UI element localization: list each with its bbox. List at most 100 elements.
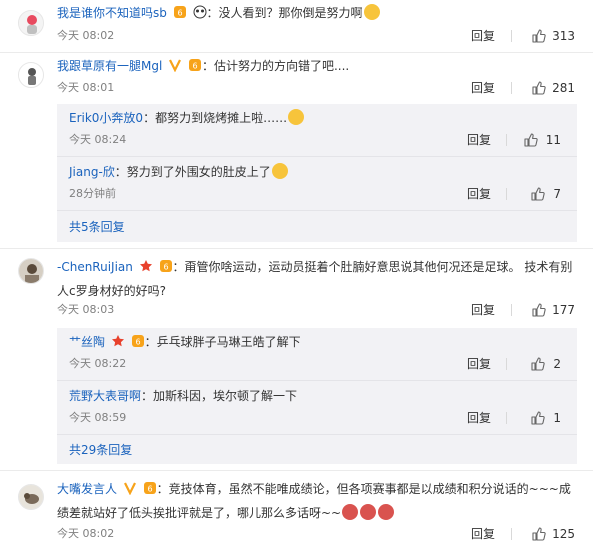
- timestamp: 今天 08:02: [57, 29, 115, 42]
- reply-button[interactable]: 回复: [467, 354, 491, 374]
- username-link[interactable]: 艹丝陶: [69, 335, 105, 349]
- sub-reply-line: Jiang-欣：努力到了外围女的肚皮上了: [69, 162, 565, 182]
- reply-button[interactable]: 回复: [471, 78, 495, 98]
- reply-button[interactable]: 回复: [467, 130, 491, 150]
- svg-text:6: 6: [192, 62, 197, 71]
- vip-badge-icon: 6: [173, 5, 187, 25]
- laugh-cry-emoji-icon: [288, 109, 305, 125]
- sub-reply-meta: 今天 08:24 回复 11: [69, 130, 561, 150]
- divider: [57, 156, 577, 157]
- sub-reply-line: Erik0小奔放0：都努力到烧烤摊上啦……: [69, 108, 565, 128]
- comment-item: 我是谁你不知道吗sb 6 ：没人看到？那你倒是努力啊 今天 08:02 回复 3…: [0, 0, 593, 52]
- username-link[interactable]: 大嘴发言人: [57, 482, 117, 496]
- timestamp: 今天 08:22: [69, 357, 127, 370]
- timestamp: 今天 08:03: [57, 303, 115, 316]
- timestamp: 今天 08:59: [69, 411, 127, 424]
- like-button[interactable]: 125: [532, 524, 575, 544]
- like-button[interactable]: 281: [532, 78, 575, 98]
- divider: [57, 210, 577, 211]
- svg-text:6: 6: [177, 9, 182, 18]
- panda-icon: [193, 5, 207, 25]
- divider: [506, 412, 507, 424]
- username-link[interactable]: 我是谁你不知道吗sb: [57, 6, 167, 20]
- timestamp: 今天 08:02: [57, 527, 115, 540]
- timestamp: 28分钟前: [69, 187, 116, 200]
- sub-reply-meta: 今天 08:22 回复 2: [69, 354, 561, 374]
- thumbs-up-icon: [531, 187, 546, 201]
- divider: [511, 30, 512, 42]
- avatar[interactable]: [18, 10, 44, 36]
- username-link[interactable]: 我跟草原有一腿Mgl: [57, 59, 162, 73]
- comment-text: ：估计努力的方向错了吧....: [201, 59, 350, 73]
- comment-item: 我跟草原有一腿Mgl 6 ：估计努力的方向错了吧.... 今天 08:01 回复 …: [0, 52, 593, 248]
- reply-button[interactable]: 回复: [471, 26, 495, 46]
- like-button[interactable]: 2: [531, 354, 561, 374]
- divider: [511, 82, 512, 94]
- reply-button[interactable]: 回复: [467, 408, 491, 428]
- timestamp: 今天 08:01: [57, 81, 115, 94]
- like-button[interactable]: 7: [531, 184, 561, 204]
- username-link[interactable]: -ChenRuiJian: [57, 260, 133, 274]
- comment-item: 大嘴发言人 6 ：竞技体育，虽然不能唯成绩论，但各项赛事都是以成绩和积分说话的~~…: [0, 470, 593, 544]
- divider: [506, 188, 507, 200]
- smile-emoji-icon: [363, 4, 380, 20]
- avatar[interactable]: [18, 484, 44, 510]
- sub-reply-meta: 28分钟前 回复 7: [69, 184, 561, 204]
- divider: [506, 358, 507, 370]
- divider: [57, 380, 577, 381]
- svg-text:6: 6: [135, 338, 140, 347]
- shock-emoji-icon: [378, 504, 395, 520]
- sub-reply-text: ：加斯科因，埃尔顿了解一下: [141, 389, 298, 403]
- vip-badge-icon: 6: [188, 58, 202, 78]
- star-badge-icon: [139, 258, 153, 280]
- like-count: 281: [552, 81, 575, 95]
- comment-line: 我跟草原有一腿Mgl 6 ：估计努力的方向错了吧....: [57, 56, 573, 78]
- sub-reply-line: 艹丝陶 6 ：乒乓球胖子马琳王皓了解下: [69, 332, 565, 354]
- like-count: 1: [553, 411, 561, 425]
- username-link[interactable]: 荒野大表哥啊: [69, 389, 141, 403]
- like-count: 7: [553, 187, 561, 201]
- like-button[interactable]: 177: [532, 300, 575, 320]
- avatar[interactable]: [18, 62, 44, 88]
- reply-button[interactable]: 回复: [467, 184, 491, 204]
- like-count: 125: [552, 527, 575, 541]
- reply-button[interactable]: 回复: [471, 524, 495, 544]
- username-link[interactable]: Erik0小奔放0: [69, 111, 143, 125]
- vip-badge-icon: 6: [143, 480, 157, 502]
- divider: [511, 304, 512, 316]
- sub-reply: 荒野大表哥啊：加斯科因，埃尔顿了解一下 今天 08:59 回复 1: [69, 386, 577, 430]
- comment-text: ：甭管你啥运动，运动员挺着个肚腩好意思说其他何况还是足球。 技术有别人c罗身材好…: [57, 260, 573, 298]
- more-replies-link[interactable]: 共29条回复: [69, 440, 132, 460]
- username-link[interactable]: Jiang-欣: [69, 165, 115, 179]
- like-button[interactable]: 313: [532, 26, 575, 46]
- sub-reply-text: ：努力到了外围女的肚皮上了: [114, 165, 271, 179]
- vip-badge-icon: 6: [131, 334, 145, 354]
- verified-v-icon: [168, 58, 182, 78]
- sub-reply: 艹丝陶 6 ：乒乓球胖子马琳王皓了解下 今天 08:22 回复 2: [69, 332, 577, 376]
- divider: [511, 528, 512, 540]
- comment-line: 大嘴发言人 6 ：竞技体育，虽然不能唯成绩论，但各项赛事都是以成绩和积分说话的~~…: [57, 478, 573, 524]
- comment-meta: 今天 08:03 回复 177: [57, 300, 575, 320]
- like-count: 2: [553, 357, 561, 371]
- thumbs-up-icon: [532, 527, 546, 541]
- shock-emoji-icon: [342, 504, 359, 520]
- shock-emoji-icon: [360, 504, 377, 520]
- thumbs-up-icon: [532, 81, 546, 95]
- reply-button[interactable]: 回复: [471, 300, 495, 320]
- thumbs-up-icon: [531, 411, 546, 425]
- sub-reply-text: ：乒乓球胖子马琳王皓了解下: [144, 335, 301, 349]
- sub-reply: Jiang-欣：努力到了外围女的肚皮上了 28分钟前 回复 7: [69, 162, 577, 206]
- more-replies-link[interactable]: 共5条回复: [69, 217, 125, 237]
- like-button[interactable]: 11: [524, 130, 561, 150]
- avatar[interactable]: [18, 258, 44, 284]
- comment-line: -ChenRuiJian 6 ：甭管你啥运动，运动员挺着个肚腩好意思说其他何况还是…: [57, 256, 573, 302]
- sub-reply-meta: 今天 08:59 回复 1: [69, 408, 561, 428]
- thumbs-up-icon: [531, 357, 546, 371]
- like-count: 313: [552, 29, 575, 43]
- comment-text: ：没人看到？那你倒是努力啊: [206, 6, 363, 20]
- sub-reply-line: 荒野大表哥啊：加斯科因，埃尔顿了解一下: [69, 386, 565, 406]
- like-button[interactable]: 1: [531, 408, 561, 428]
- comment-line: 我是谁你不知道吗sb 6 ：没人看到？那你倒是努力啊: [57, 3, 573, 25]
- divider: [57, 434, 577, 435]
- svg-text:6: 6: [147, 485, 152, 494]
